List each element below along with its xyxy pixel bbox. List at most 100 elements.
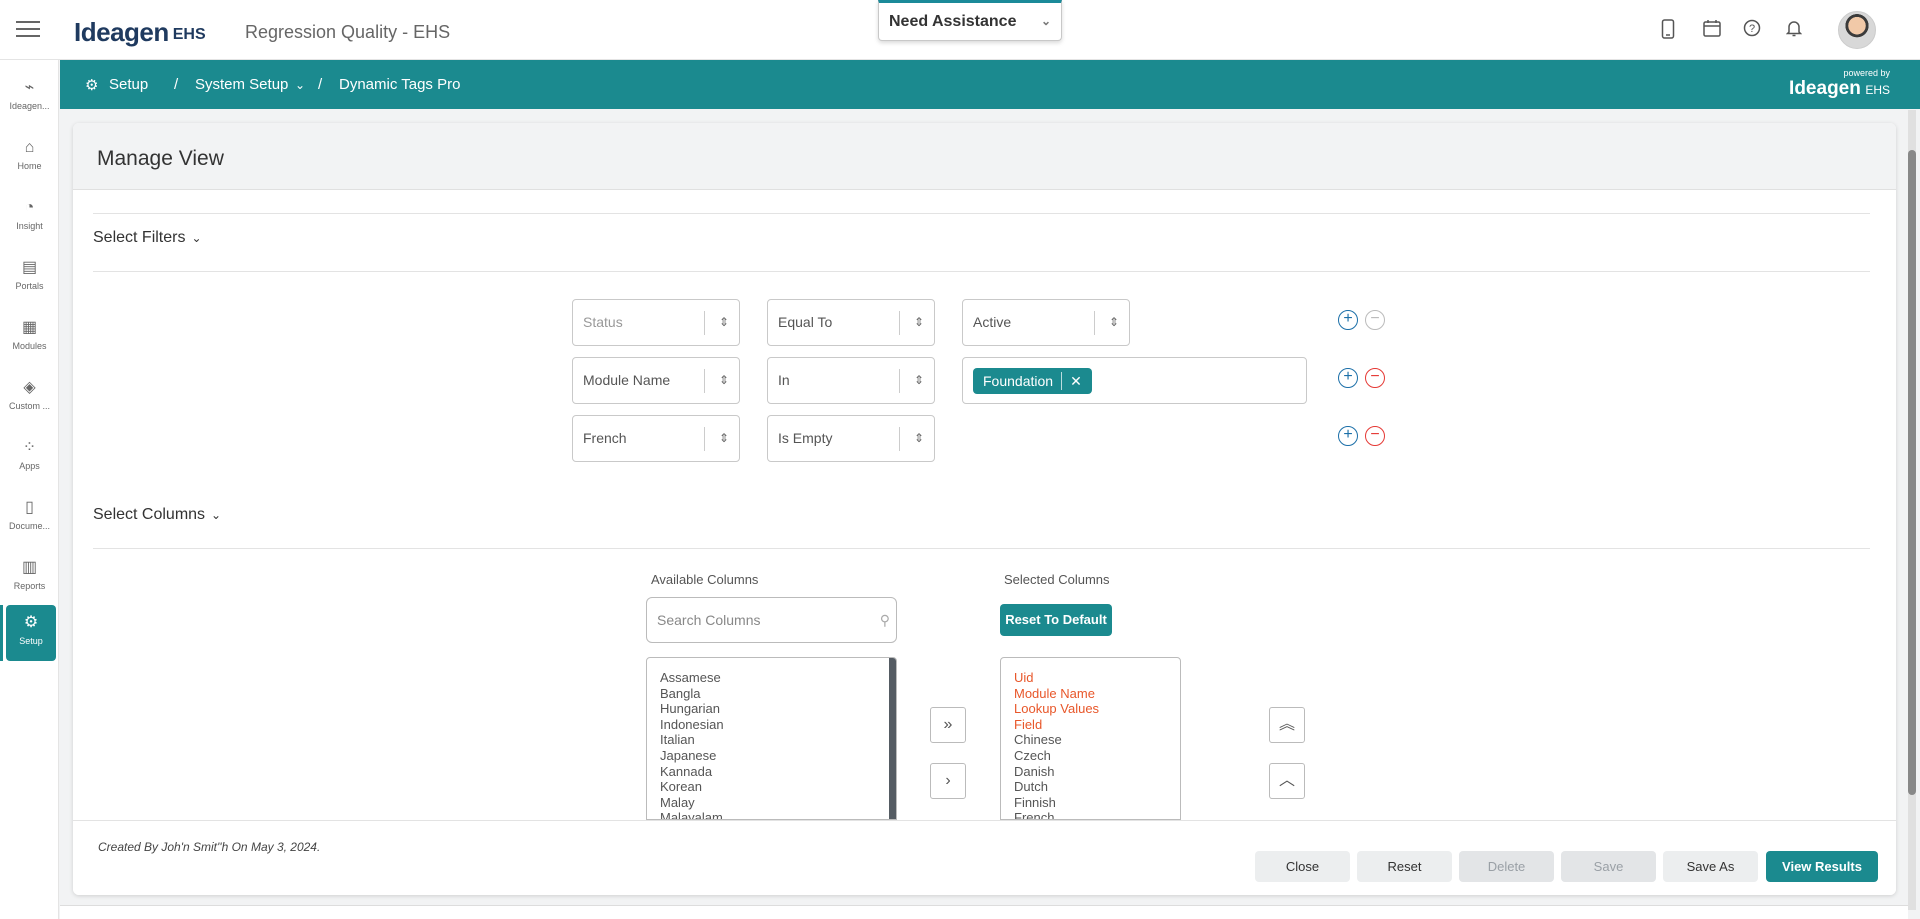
sidebar-item-documents[interactable]: ▯ Docume... (0, 490, 59, 546)
reset-button[interactable]: Reset (1357, 851, 1452, 882)
panel-footer: Created By Joh'n Smit''h On May 3, 2024.… (73, 820, 1896, 895)
list-item[interactable]: Malay (647, 795, 896, 811)
ideagen-logo-icon: ⌁ (24, 79, 35, 96)
list-item[interactable]: Field (1001, 717, 1180, 733)
sidebar-item-setup[interactable]: ⚙ Setup (0, 605, 56, 661)
list-item[interactable]: Assamese (647, 670, 896, 686)
hamburger-menu-icon[interactable] (16, 21, 40, 39)
sidebar-item-modules[interactable]: ▦ Modules (0, 310, 59, 366)
page-scrollbar[interactable] (1908, 110, 1916, 910)
filter-operator-select[interactable]: Equal To ⇕ (767, 299, 935, 346)
list-item[interactable]: Malayalam (647, 810, 896, 819)
bar-chart-icon: ▥ (21, 559, 38, 576)
list-item[interactable]: Lookup Values (1001, 701, 1180, 717)
list-scrollbar[interactable] (889, 658, 896, 819)
help-icon[interactable]: ? (1741, 19, 1763, 41)
chevron-updown-icon: ⇕ (913, 431, 924, 445)
list-item[interactable]: Bangla (647, 686, 896, 702)
list-item[interactable]: Hungarian (647, 701, 896, 717)
divider (93, 548, 1870, 549)
mobile-icon[interactable] (1657, 19, 1679, 41)
logo-sub: EHS (172, 26, 206, 43)
remove-tag-icon[interactable]: ✕ (1070, 368, 1082, 394)
chevron-updown-icon: ⇕ (718, 315, 729, 329)
view-results-button[interactable]: View Results (1766, 851, 1878, 882)
list-item[interactable]: Chinese (1001, 732, 1180, 748)
filter-operator-select[interactable]: Is Empty ⇕ (767, 415, 935, 462)
sidebar-item-apps[interactable]: ⁘ Apps (0, 430, 59, 486)
manage-view-panel: Manage View Select Filters ⌄ Status ⇕ Equa… (73, 123, 1896, 895)
scrollbar-thumb[interactable] (1908, 150, 1916, 795)
select-columns-toggle[interactable]: Select Columns ⌄ (93, 506, 221, 524)
sidebar: ⌁ Ideagen... ⌂ Home ◔ Insight ▤ Portals … (0, 60, 59, 919)
chevron-down-icon[interactable]: ⌄ (295, 78, 305, 92)
sidebar-item-label: Apps (19, 461, 40, 471)
user-avatar[interactable] (1838, 11, 1876, 49)
sidebar-item-custom[interactable]: ◈ Custom ... (0, 370, 59, 426)
sidebar-item-label: Portals (15, 281, 44, 291)
selected-columns-label: Selected Columns (1004, 572, 1110, 587)
breadcrumb-item-dynamic-tags-pro[interactable]: Dynamic Tags Pro (339, 76, 460, 93)
filter-multiselect[interactable]: Foundation ✕ (962, 357, 1307, 404)
available-columns-list[interactable]: Assamese Bangla Hungarian Indonesian Ita… (646, 657, 897, 820)
breadcrumb-separator: / (174, 76, 179, 93)
portal-icon: ▤ (21, 259, 38, 276)
list-item[interactable]: Czech (1001, 748, 1180, 764)
remove-filter-icon[interactable]: − (1365, 368, 1385, 388)
powered-by-logo: powered by Ideagen EHS (1789, 68, 1890, 100)
list-item[interactable]: Japanese (647, 748, 896, 764)
move-up-button[interactable]: ︿ (1269, 763, 1305, 799)
app-logo[interactable]: Ideagen EHS (74, 12, 206, 48)
filter-field-select[interactable]: French ⇕ (572, 415, 740, 462)
list-item[interactable]: Finnish (1001, 795, 1180, 811)
selected-columns-list[interactable]: Uid Module Name Lookup Values Field Chin… (1000, 657, 1181, 820)
sidebar-item-insight[interactable]: ◔ Insight (0, 190, 59, 246)
filter-operator-select[interactable]: In ⇕ (767, 357, 935, 404)
reset-to-default-button[interactable]: Reset To Default (1000, 604, 1112, 636)
filter-operator-value: Equal To (778, 314, 833, 330)
chevron-down-icon: ⌄ (191, 231, 202, 245)
breadcrumb-setup-icon[interactable]: ⚙ (85, 76, 98, 94)
list-item[interactable]: Korean (647, 779, 896, 795)
list-item[interactable]: Indonesian (647, 717, 896, 733)
search-columns-input[interactable]: Search Columns ⚲ (646, 597, 897, 643)
breadcrumb-separator: / (318, 76, 323, 93)
add-filter-icon[interactable]: + (1338, 426, 1358, 446)
select-filters-toggle[interactable]: Select Filters ⌄ (93, 229, 202, 247)
chevron-down-icon: ⌄ (211, 508, 222, 522)
sidebar-item-home[interactable]: ⌂ Home (0, 130, 59, 186)
filter-field-select[interactable]: Module Name ⇕ (572, 357, 740, 404)
sidebar-item-ideagen[interactable]: ⌁ Ideagen... (0, 70, 59, 126)
powered-logo-text: Ideagen (1789, 78, 1861, 99)
sidebar-item-label: Home (17, 161, 42, 171)
move-all-right-button[interactable]: » (930, 707, 966, 743)
list-item[interactable]: Danish (1001, 764, 1180, 780)
need-assistance-dropdown[interactable]: Need Assistance ⌄ (878, 0, 1062, 41)
filter-field-select[interactable]: Status ⇕ (572, 299, 740, 346)
bell-icon[interactable] (1783, 19, 1805, 41)
list-item[interactable]: Italian (647, 732, 896, 748)
list-item[interactable]: Module Name (1001, 686, 1180, 702)
breadcrumb-item-system-setup[interactable]: System Setup (195, 76, 288, 93)
list-item[interactable]: Kannada (647, 764, 896, 780)
save-button[interactable]: Save (1561, 851, 1656, 882)
sidebar-item-portals[interactable]: ▤ Portals (0, 250, 59, 306)
filter-tag-label: Foundation (983, 373, 1054, 389)
sidebar-item-reports[interactable]: ▥ Reports (0, 550, 59, 606)
filter-value-select[interactable]: Active ⇕ (962, 299, 1130, 346)
move-to-top-button[interactable]: ︽ (1269, 707, 1305, 743)
add-filter-icon[interactable]: + (1338, 310, 1358, 330)
save-as-button[interactable]: Save As (1663, 851, 1758, 882)
list-item[interactable]: Dutch (1001, 779, 1180, 795)
breadcrumb-item-setup[interactable]: Setup (109, 76, 148, 93)
list-item[interactable]: Uid (1001, 670, 1180, 686)
move-right-button[interactable]: › (930, 763, 966, 799)
remove-filter-icon[interactable]: − (1365, 310, 1385, 330)
close-button[interactable]: Close (1255, 851, 1350, 882)
created-by-text: Created By Joh'n Smit''h On May 3, 2024. (98, 840, 321, 854)
calendar-icon[interactable] (1701, 19, 1723, 41)
delete-button[interactable]: Delete (1459, 851, 1554, 882)
list-item[interactable]: French (1001, 810, 1180, 819)
remove-filter-icon[interactable]: − (1365, 426, 1385, 446)
add-filter-icon[interactable]: + (1338, 368, 1358, 388)
